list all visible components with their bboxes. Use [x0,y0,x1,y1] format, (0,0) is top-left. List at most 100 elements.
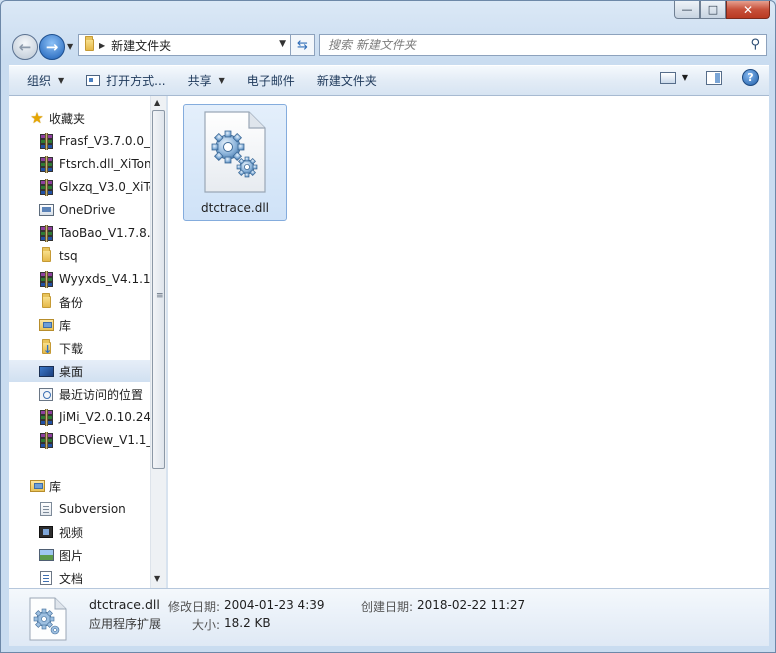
share-dropdown-icon: ▼ [218,76,225,85]
rar-icon [38,224,54,242]
tree-item-favorite[interactable]: Glxzq_V3.0_XiTo [9,176,158,198]
caption-buttons: — □ ✕ [674,1,770,19]
address-bar[interactable]: ▶ 新建文件夹 ▼ [78,34,291,56]
recent-pages-dropdown-icon[interactable]: ▼ [67,42,73,51]
back-button[interactable]: ← [12,34,38,60]
tree-item-label: Wyyxds_V4.1.1. [59,272,155,286]
navigation-pane: ★ 收藏夹 Frasf_V3.7.0.0_X Ftsrch.dll_XiTon … [9,96,158,588]
tree-item-label: Frasf_V3.7.0.0_X [59,134,158,148]
tree-item-downloads[interactable]: ↓ 下载 [9,337,158,359]
file-item[interactable]: dtctrace.dll [183,104,287,221]
forward-button[interactable]: → [39,34,65,60]
search-box: ⚲ [319,34,767,56]
address-dropdown-icon[interactable]: ▼ [279,39,286,49]
open-with-icon [86,75,101,86]
rar-icon [38,270,54,288]
tree-item-desktop[interactable]: 桌面 [9,360,158,382]
scroll-up-icon[interactable]: ▲ [154,98,160,107]
tree-favorites[interactable]: ★ 收藏夹 [9,107,158,129]
details-created-value: 2018-02-22 11:27 [417,598,526,612]
explorer-window: — □ ✕ ← → ▼ ▶ 新建文件夹 ▼ ⇆ ⚲ 组织 ▼ 打开方式... 共 [0,0,776,653]
tree-item-favorite[interactable]: JiMi_V2.0.10.24_ [9,406,158,428]
tree-item-label: 下载 [59,341,84,356]
share-label: 共享 [187,74,212,88]
refresh-button[interactable]: ⇆ [291,34,315,56]
close-button[interactable]: ✕ [726,1,770,19]
tree-item-label: 桌面 [59,364,84,379]
tree-item-favorite[interactable]: Frasf_V3.7.0.0_X [9,130,158,152]
command-toolbar: 组织 ▼ 打开方式... 共享 ▼ 电子邮件 新建文件夹 ▼ ? [9,65,769,96]
tree-item-label: 图片 [59,548,84,563]
maximize-icon: □ [707,3,719,16]
tree-item-folder[interactable]: 备份 [9,291,158,313]
tree-item-folder[interactable]: tsq [9,245,158,267]
organize-button[interactable]: 组织 ▼ [18,69,73,93]
video-icon [38,524,54,540]
tree-item-documents[interactable]: 文档 [9,567,158,588]
file-list-area[interactable]: dtctrace.dll [168,96,769,588]
tree-item-favorite[interactable]: DBCView_V1.1_ [9,429,158,451]
search-icon[interactable]: ⚲ [750,37,760,52]
open-with-label: 打开方式... [106,74,166,88]
share-button[interactable]: 共享 ▼ [179,69,234,93]
tree-item-pictures[interactable]: 图片 [9,544,158,566]
onedrive-icon [38,202,54,218]
tree-item-label: 库 [59,318,72,333]
rar-icon [38,155,54,173]
change-view-icon[interactable] [659,71,676,84]
details-size-value: 18.2 KB [224,616,271,630]
pictures-icon [38,547,54,563]
tree-item-label: 备份 [59,295,84,310]
scrollbar-thumb[interactable]: ≡ [152,110,165,469]
search-input[interactable] [320,35,736,55]
tree-item-recent-places[interactable]: 最近访问的位置 [9,383,158,405]
scroll-down-icon[interactable]: ▼ [154,574,160,583]
details-pane: dtctrace.dll 应用程序扩展 修改日期: 2004-01-23 4:3… [9,588,769,646]
details-size-label: 大小: [192,618,221,632]
tree-item-label: 最近访问的位置 [59,387,144,402]
rar-icon [38,431,54,449]
tree-item-label: 文档 [59,571,84,586]
tree-item-videos[interactable]: 视频 [9,521,158,543]
back-arrow-icon: ← [18,38,32,56]
new-folder-button[interactable]: 新建文件夹 [308,69,386,93]
folder-icon [38,293,54,310]
tree-item-favorite[interactable]: Wyyxds_V4.1.1. [9,268,158,290]
tree-item-label: Glxzq_V3.0_XiTo [59,180,157,194]
tree-item-label: OneDrive [59,203,116,217]
maximize-button[interactable]: □ [700,1,726,19]
favorites-star-icon: ★ [30,108,44,127]
tree-item-label: TaoBao_V1.7.8. [59,226,151,240]
details-modified-label: 修改日期: [168,600,221,614]
minimize-icon: — [681,3,693,16]
navigation-pane-scrollbar[interactable]: ▲ ≡ ▼ [150,96,166,588]
scroll-grip-icon: ≡ [156,291,164,301]
tree-item-onedrive[interactable]: OneDrive [9,199,158,221]
tree-item-label: DBCView_V1.1_ [59,433,153,447]
rar-icon [38,132,54,150]
download-folder-icon: ↓ [41,339,53,356]
breadcrumb-separator-icon[interactable]: ▶ [99,41,105,50]
tree-item-label: tsq [59,249,78,263]
view-options-dropdown-icon[interactable]: ▼ [682,73,688,82]
library-icon [29,478,45,494]
tree-item-favorite[interactable]: TaoBao_V1.7.8. [9,222,158,244]
preview-pane-icon[interactable] [706,70,722,85]
folder-icon [38,247,54,264]
tree-libraries[interactable]: 库 [9,475,158,497]
tree-item-subversion[interactable]: Subversion [9,498,158,520]
email-button[interactable]: 电子邮件 [238,69,304,93]
tree-item-library[interactable]: 库 [9,314,158,336]
minimize-button[interactable]: — [674,1,700,19]
organize-dropdown-icon: ▼ [58,76,65,85]
tree-item-favorite[interactable]: Ftsrch.dll_XiTon [9,153,158,175]
tree-item-label: JiMi_V2.0.10.24_ [59,410,158,424]
details-modified-value: 2004-01-23 4:39 [224,598,325,612]
refresh-icon: ⇆ [297,37,308,53]
breadcrumb-current-folder[interactable]: 新建文件夹 [111,37,171,54]
open-with-button[interactable]: 打开方式... [77,69,174,93]
help-icon[interactable]: ? [742,69,759,86]
details-dll-file-icon [29,597,67,641]
dll-file-icon [204,111,266,193]
details-file-name: dtctrace.dll [89,597,160,612]
